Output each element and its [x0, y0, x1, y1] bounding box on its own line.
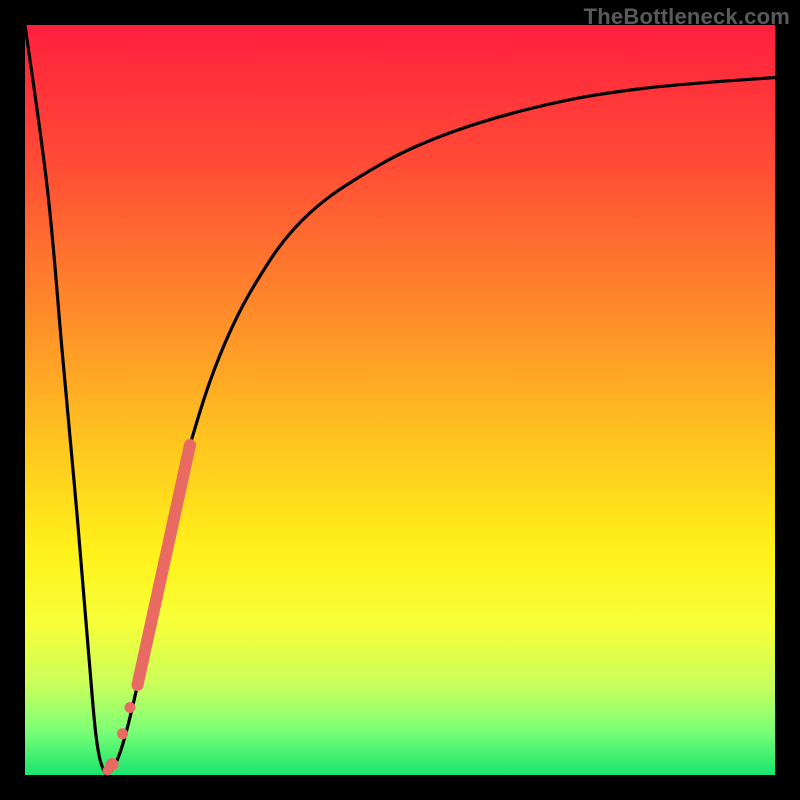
dot-b — [117, 728, 128, 739]
marker-layer — [103, 445, 191, 776]
dot-a — [125, 702, 136, 713]
watermark-text: TheBottleneck.com — [584, 4, 790, 30]
segment-thick — [138, 445, 191, 685]
chart-svg — [25, 25, 775, 775]
chart-frame: TheBottleneck.com — [0, 0, 800, 800]
plot-area — [25, 25, 775, 775]
dot-d — [103, 766, 113, 776]
